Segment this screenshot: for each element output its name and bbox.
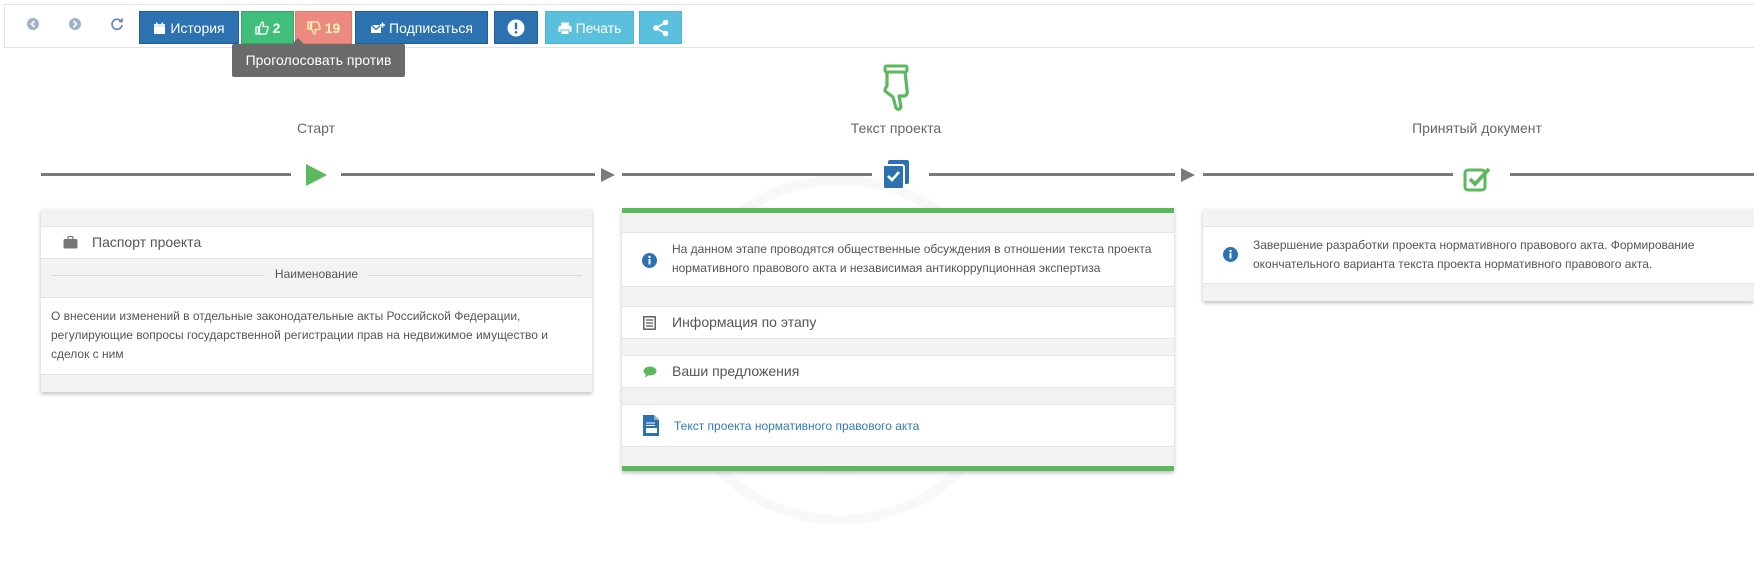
history-button[interactable]: История <box>139 11 239 44</box>
document-link-row: Текст проекта нормативного правового акт… <box>622 404 1174 447</box>
toolbar: История 2 19 Подписаться Печать <box>4 4 1754 48</box>
info-circle-icon <box>642 253 657 268</box>
document-file-icon <box>643 415 659 436</box>
likes-count: 2 <box>272 20 281 36</box>
passport-header[interactable]: Паспорт проекта <box>41 226 592 259</box>
text-project-card: На данном этапе проводятся общественные … <box>622 208 1174 471</box>
project-name-line-1: О внесении изменений в отдельные законод… <box>51 309 521 323</box>
report-button[interactable] <box>494 11 538 44</box>
list-document-icon <box>643 316 656 330</box>
calendar-icon <box>154 22 166 34</box>
checked-document-icon[interactable] <box>881 159 911 191</box>
briefcase-icon <box>63 236 78 249</box>
start-card: Паспорт проекта Наименование О внесении … <box>41 209 592 392</box>
your-proposals-label: Ваши предложения <box>672 363 800 379</box>
timeline-line <box>1203 173 1453 176</box>
subscribe-button[interactable]: Подписаться <box>355 11 488 44</box>
play-icon[interactable] <box>303 162 329 188</box>
refresh-icon[interactable] <box>107 16 127 36</box>
active-stage-bar <box>622 208 1174 213</box>
envelope-plus-icon <box>370 22 386 33</box>
share-button[interactable] <box>639 11 682 44</box>
history-label: История <box>170 20 225 36</box>
timeline-line <box>929 173 1175 176</box>
print-label: Печать <box>575 20 622 36</box>
info-circle-icon <box>1223 247 1238 262</box>
timeline-line <box>622 173 872 176</box>
active-stage-bar-bottom <box>622 466 1174 471</box>
timeline-line <box>41 173 291 176</box>
subscribe-label: Подписаться <box>389 20 473 36</box>
comment-icon <box>643 366 657 378</box>
project-name-row: О внесении изменений в отдельные законод… <box>41 297 592 375</box>
timeline-line <box>1510 173 1754 176</box>
stage-info-row: На данном этапе проводятся общественные … <box>622 232 1174 287</box>
stage-title-final: Принятый документ <box>1412 120 1542 136</box>
passport-label: Паспорт проекта <box>92 234 202 250</box>
final-card: Завершение разработки проекта нормативно… <box>1203 209 1754 301</box>
project-name-line-2: регулирующие вопросы государственной рег… <box>51 328 548 342</box>
tooltip-text: Проголосовать против <box>245 52 392 68</box>
naming-label: Наименование <box>264 267 369 281</box>
hand-pointing-down-icon <box>883 64 909 111</box>
document-link[interactable]: Текст проекта нормативного правового акт… <box>674 419 919 433</box>
arrow-left-circle-icon[interactable] <box>23 16 43 36</box>
printer-icon <box>558 22 572 35</box>
final-info-row: Завершение разработки проекта нормативно… <box>1203 226 1754 284</box>
stage-info-line-2: нормативного правового акта и независима… <box>672 261 1101 275</box>
share-icon <box>652 19 668 37</box>
timeline-arrow <box>601 168 615 182</box>
tooltip: Проголосовать против <box>232 38 405 77</box>
stage-title-start: Старт <box>296 120 336 136</box>
stage-info-line-1: На данном этапе проводятся общественные … <box>672 242 1152 256</box>
project-name-line-3: сделок с ним <box>51 347 124 361</box>
arrow-right-circle-icon[interactable] <box>65 16 85 36</box>
exclamation-circle-icon <box>507 19 525 37</box>
stage-title-text: Текст проекта <box>850 120 942 136</box>
timeline-arrow <box>1181 168 1195 182</box>
your-proposals-button[interactable]: Ваши предложения <box>622 355 1174 388</box>
stage-information-button[interactable]: Информация по этапу <box>622 306 1174 339</box>
check-square-icon[interactable] <box>1463 166 1491 192</box>
like-button[interactable]: 2 <box>241 11 294 44</box>
stage-information-label: Информация по этапу <box>672 314 817 330</box>
dislikes-count: 19 <box>324 20 341 36</box>
final-info-line-1: Завершение разработки проекта нормативно… <box>1253 238 1695 252</box>
print-button[interactable]: Печать <box>545 11 634 44</box>
final-info-line-2: окончательного варианта текста проекта н… <box>1253 257 1653 271</box>
thumbs-down-icon <box>307 21 321 35</box>
naming-section: Наименование <box>41 266 592 281</box>
thumbs-up-icon <box>254 21 269 35</box>
timeline-line <box>341 173 595 176</box>
